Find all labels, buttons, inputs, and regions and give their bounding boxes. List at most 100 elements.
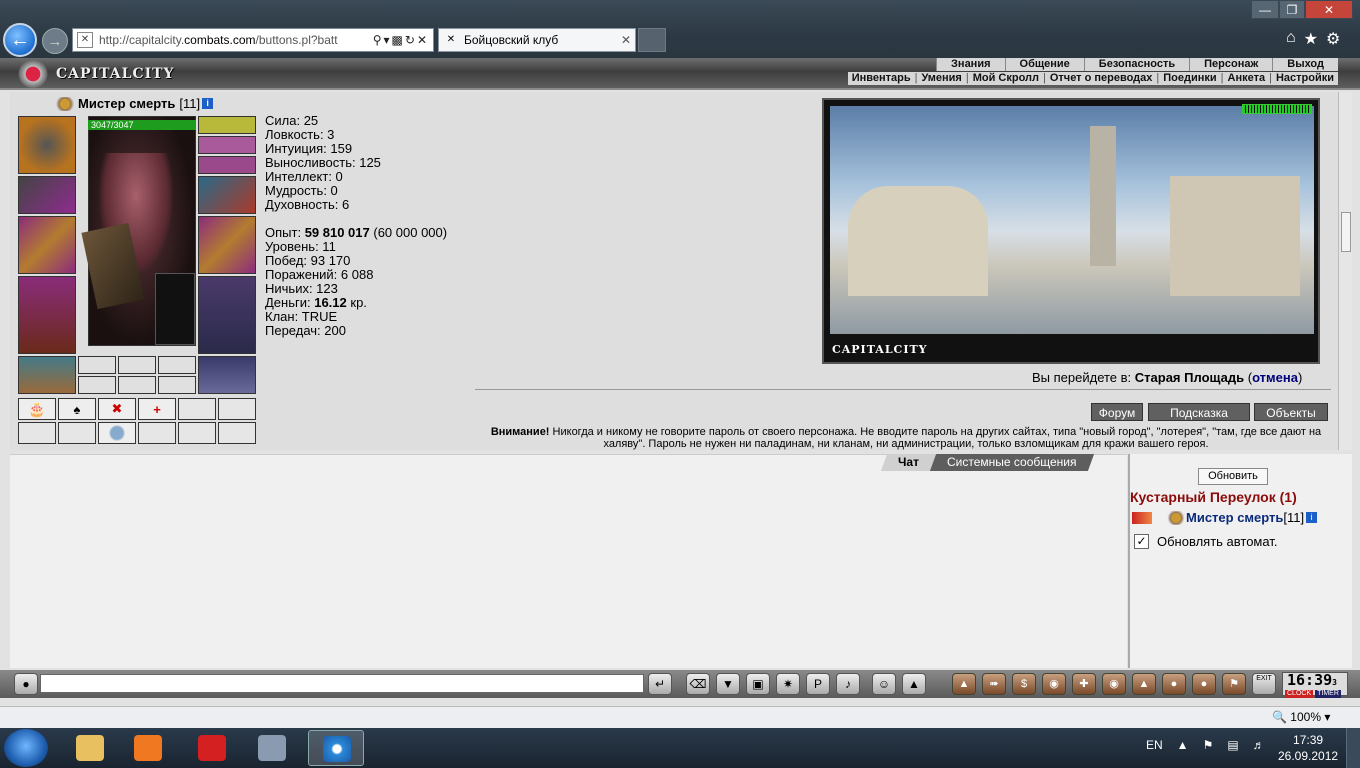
address-url[interactable]: http://capitalcity.combats.com/buttons.p… — [99, 33, 373, 47]
taskbar-explorer[interactable] — [62, 730, 118, 766]
scroll-slot-4[interactable]: + — [138, 398, 176, 420]
new-tab-button[interactable] — [638, 28, 666, 52]
menu-security[interactable]: Безопасность — [1083, 58, 1190, 71]
scroll-slot-12[interactable] — [218, 422, 256, 444]
tab-system-messages[interactable]: Системные сообщения — [929, 454, 1094, 471]
weapon-right-slot[interactable] — [198, 216, 256, 274]
rune-slot-4[interactable] — [78, 376, 116, 394]
clock-label[interactable]: CLOCK — [1285, 690, 1314, 698]
action-icon-10[interactable]: ⚑ — [1222, 673, 1246, 695]
scroll-slot-5[interactable] — [178, 398, 216, 420]
action-icon-3[interactable]: $ — [1012, 673, 1036, 695]
fight-icon[interactable]: ✷ — [776, 673, 800, 695]
gloves-slot[interactable] — [198, 176, 256, 214]
maximize-button[interactable]: ❐ — [1279, 0, 1305, 19]
helmet-icon[interactable]: ▲ — [902, 673, 926, 695]
belt-slot[interactable] — [18, 356, 76, 394]
helmet-slot[interactable] — [18, 116, 76, 174]
menu-character[interactable]: Персонаж — [1189, 58, 1273, 71]
rune-slot-5[interactable] — [118, 376, 156, 394]
scroll-slot-1[interactable]: 🎂 — [18, 398, 56, 420]
dropdown-icon[interactable]: ▾ — [384, 33, 392, 47]
forum-button[interactable]: Форум — [1091, 403, 1143, 421]
rune-slot-2[interactable] — [118, 356, 156, 374]
rune-slot-3[interactable] — [158, 356, 196, 374]
cancel-link[interactable]: отмена — [1252, 370, 1298, 385]
info-icon[interactable]: i — [202, 98, 214, 109]
chat-settings-icon[interactable]: ● — [14, 673, 38, 695]
rune-slot-1[interactable] — [78, 356, 116, 374]
minimize-button[interactable]: — — [1251, 0, 1279, 19]
chat-area[interactable] — [10, 454, 1127, 668]
browser-tab[interactable]: ✕ Бойцовский клуб ✕ — [438, 28, 636, 52]
menu-exit[interactable]: Выход — [1272, 58, 1338, 71]
ring-slot-top[interactable] — [198, 116, 256, 134]
scroll-slot-10[interactable] — [138, 422, 176, 444]
submenu-profile[interactable]: Анкета — [1224, 72, 1270, 85]
scroll-slot-2[interactable]: ♠ — [58, 398, 96, 420]
send-icon[interactable]: ↵ — [648, 673, 672, 695]
show-hidden-icon[interactable]: ▲ — [1177, 738, 1189, 752]
armor-slot[interactable] — [18, 276, 76, 354]
auto-refresh-checkbox[interactable]: ✓ — [1134, 534, 1149, 549]
action-icon-8[interactable]: ● — [1162, 673, 1186, 695]
submenu-battles[interactable]: Поединки — [1159, 72, 1220, 85]
tab-chat[interactable]: Чат — [880, 454, 937, 471]
scroll-slot-11[interactable] — [178, 422, 216, 444]
objects-button[interactable]: Объекты — [1254, 403, 1328, 421]
rune-slot-6[interactable] — [158, 376, 196, 394]
settings-gear-icon[interactable]: ⚙ — [1326, 29, 1340, 49]
taskbar-youtube[interactable] — [184, 730, 240, 766]
hint-button[interactable]: Подсказка — [1148, 403, 1250, 421]
legs-slot[interactable] — [198, 276, 256, 354]
boots-slot[interactable] — [198, 356, 256, 394]
compat-icon[interactable]: ▩ — [392, 33, 405, 47]
scroll-slot-8[interactable] — [58, 422, 96, 444]
weapon-left-slot[interactable] — [18, 216, 76, 274]
taskbar-clock[interactable]: 17:39 26.09.2012 — [1278, 732, 1338, 764]
refresh-icon[interactable]: ↻ — [405, 33, 417, 47]
language-indicator[interactable]: EN — [1146, 738, 1163, 752]
scroll-slot-6[interactable] — [218, 398, 256, 420]
rings-slot[interactable] — [198, 156, 256, 174]
action-icon-5[interactable]: ✚ — [1072, 673, 1096, 695]
submenu-inventory[interactable]: Инвентарь — [848, 72, 915, 85]
menu-knowledge[interactable]: Знания — [936, 58, 1005, 71]
network-icon[interactable]: ▤ — [1227, 738, 1238, 752]
character-avatar[interactable] — [81, 116, 196, 346]
clock-widget[interactable]: 16:393 CLOCK TIMER — [1282, 672, 1348, 698]
submenu-my-scroll[interactable]: Мой Скролл — [969, 72, 1043, 85]
location-image[interactable]: CAPITALCITY — [822, 98, 1320, 364]
action-icon-2[interactable]: ➠ — [982, 673, 1006, 695]
action-icon-1[interactable]: ▲ — [952, 673, 976, 695]
address-bar[interactable]: ✕ http://capitalcity.combats.com/buttons… — [72, 28, 434, 52]
amulet-slot[interactable] — [198, 136, 256, 154]
menu-communication[interactable]: Общение — [1004, 58, 1084, 71]
volume-icon[interactable]: ♬ — [1253, 738, 1265, 752]
submenu-settings[interactable]: Настройки — [1272, 72, 1338, 85]
favorites-star-icon[interactable]: ★ — [1304, 29, 1318, 49]
main-scrollbar[interactable] — [1338, 92, 1352, 450]
action-icon-9[interactable]: ● — [1192, 673, 1216, 695]
taskbar-calculator[interactable] — [244, 730, 300, 766]
tab-close-icon[interactable]: ✕ — [621, 33, 635, 47]
start-button[interactable] — [4, 729, 48, 767]
action-icon-4[interactable]: ◉ — [1042, 673, 1066, 695]
action-icon-7[interactable]: ▲ — [1132, 673, 1156, 695]
scroll-slot-9[interactable] — [98, 422, 136, 444]
back-button[interactable]: ← — [3, 23, 37, 57]
chat-input[interactable] — [40, 674, 644, 693]
save-icon[interactable]: ▣ — [746, 673, 770, 695]
submenu-skills[interactable]: Умения — [917, 72, 965, 85]
close-window-button[interactable]: ✕ — [1305, 0, 1353, 19]
bracers-slot[interactable] — [18, 176, 76, 214]
refresh-button[interactable]: Обновить — [1198, 468, 1268, 485]
flag-icon[interactable]: ⚑ — [1203, 738, 1214, 752]
pet-slot[interactable] — [155, 273, 195, 345]
show-desktop-button[interactable] — [1346, 728, 1360, 768]
room-user-name[interactable]: Мистер смерть — [1186, 510, 1283, 525]
scroll-slot-7[interactable] — [18, 422, 56, 444]
home-icon[interactable]: ⌂ — [1286, 29, 1296, 49]
scroll-slot-3[interactable]: ✖ — [98, 398, 136, 420]
zoom-control[interactable]: 🔍 100% ▾ — [1272, 710, 1330, 724]
